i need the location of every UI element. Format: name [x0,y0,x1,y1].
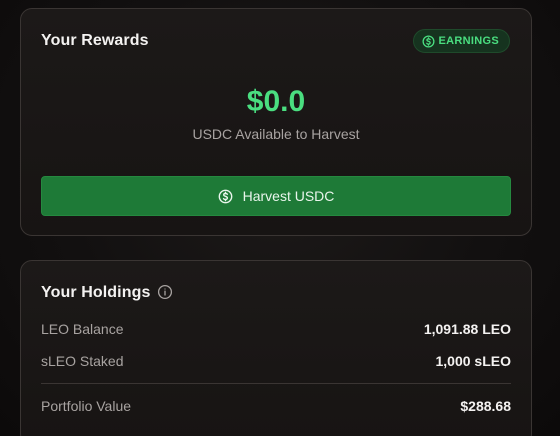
holdings-title: Your Holdings [41,284,151,301]
leo-balance-label: LEO Balance [41,321,124,337]
holdings-row-sleo-staked: sLEO Staked 1,000 sLEO [41,353,511,369]
sleo-staked-value: 1,000 sLEO [435,353,512,369]
holdings-row-portfolio-value: Portfolio Value $288.68 [41,398,511,414]
harvest-usdc-button-label: Harvest USDC [242,188,335,204]
earnings-badge: EARNINGS [412,29,510,53]
sleo-staked-label: sLEO Staked [41,353,124,369]
rewards-title: Your Rewards [41,32,149,49]
holdings-row-leo-balance: LEO Balance 1,091.88 LEO [41,321,511,337]
rewards-amount: $0.0 [246,85,306,118]
portfolio-value-label: Portfolio Value [41,398,132,414]
holdings-divider [41,383,511,384]
rewards-amount-caption: USDC Available to Harvest [192,126,360,142]
dollar-coin-icon [218,189,233,204]
rewards-card: Your Rewards EARNINGS $0.0 USDC Availabl… [20,8,532,236]
info-icon[interactable] [157,284,173,300]
dollar-coin-icon [422,34,435,48]
harvest-usdc-button[interactable]: Harvest USDC [41,176,511,216]
earnings-badge-label: EARNINGS [438,35,499,47]
holdings-card: Your Holdings LEO Balance 1,091.88 LEO s… [20,260,532,436]
leo-balance-value: 1,091.88 LEO [423,321,511,337]
portfolio-value-amount: $288.68 [460,398,511,414]
